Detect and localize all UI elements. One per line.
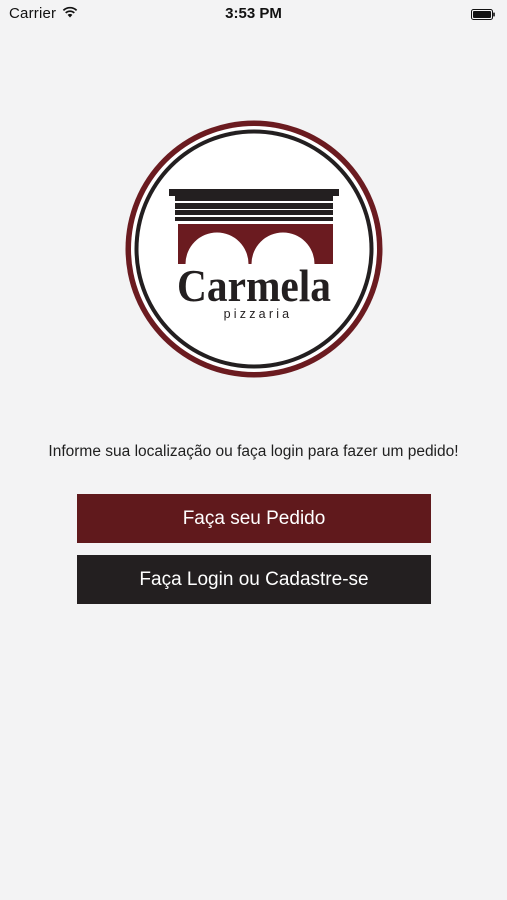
status-time: 3:53 PM (225, 5, 282, 22)
status-bar: Carrier 3:53 PM (0, 0, 507, 28)
login-signup-button[interactable]: Faça Login ou Cadastre-se (77, 555, 431, 604)
location-login-prompt: Informe sua localização ou faça login pa… (48, 443, 459, 460)
logo-name: Carmela (177, 260, 331, 311)
logo-tagline: pizzaria (224, 307, 293, 321)
place-order-button[interactable]: Faça seu Pedido (77, 494, 431, 543)
carmela-logo: Carmela pizzaria (125, 120, 383, 378)
battery-icon (471, 9, 495, 20)
